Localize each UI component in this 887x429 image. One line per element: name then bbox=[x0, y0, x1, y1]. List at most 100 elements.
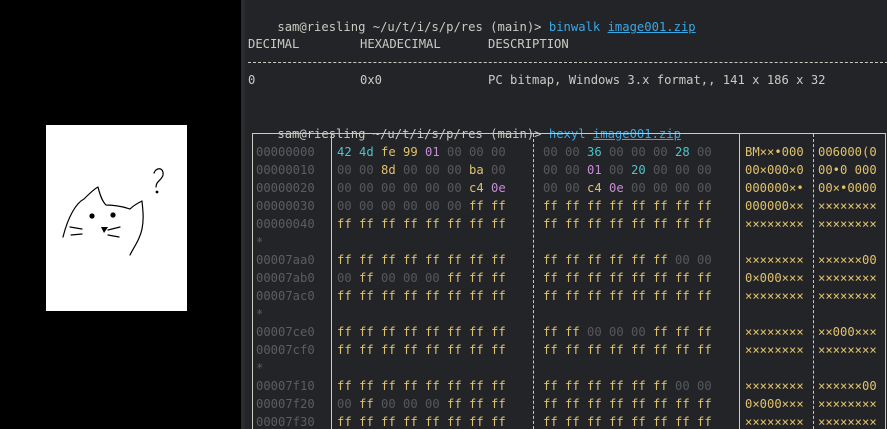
hex-byte: ff bbox=[587, 253, 602, 267]
hex-byte: 00 bbox=[403, 163, 418, 177]
hex-byte: ff bbox=[631, 217, 646, 231]
hex-byte: 00 bbox=[675, 379, 690, 393]
hex-byte: 00 bbox=[543, 181, 558, 195]
hex-byte: 00 bbox=[587, 325, 602, 339]
hex-byte: ff bbox=[425, 253, 440, 267]
hex-byte: ff bbox=[609, 415, 624, 429]
hex-byte: c4 bbox=[587, 181, 602, 195]
hex-byte: 00 bbox=[381, 181, 396, 195]
hex-byte: 01 bbox=[587, 163, 602, 177]
hex-byte: ff bbox=[543, 253, 558, 267]
hex-byte: 00 bbox=[337, 163, 352, 177]
ascii-group-separator bbox=[813, 134, 814, 429]
hex-byte: 99 bbox=[403, 145, 418, 159]
hex-byte: ff bbox=[631, 271, 646, 285]
hex-byte: ff bbox=[543, 397, 558, 411]
ascii-column: 000000×• bbox=[745, 181, 804, 195]
command-argument-link[interactable]: image001.zip bbox=[608, 20, 696, 34]
hex-byte: 00 bbox=[697, 253, 712, 267]
hex-byte: ff bbox=[491, 271, 506, 285]
hex-byte: 00 bbox=[653, 181, 668, 195]
hex-byte: ff bbox=[587, 217, 602, 231]
header-rule bbox=[248, 62, 887, 63]
hex-byte: ff bbox=[337, 415, 352, 429]
row-offset: 00007ac0 bbox=[256, 289, 315, 303]
hex-byte: ff bbox=[447, 379, 462, 393]
ascii-column: ×××××××× bbox=[745, 379, 804, 393]
hex-byte: 00 bbox=[337, 271, 352, 285]
hex-byte: 00 bbox=[381, 199, 396, 213]
squeeze-marker: * bbox=[256, 307, 264, 321]
hex-byte: c4 bbox=[469, 181, 484, 195]
hex-byte: ff bbox=[631, 379, 646, 393]
row-offset: 00007ab0 bbox=[256, 271, 315, 285]
hex-byte: ff bbox=[403, 343, 418, 357]
hex-byte: ff bbox=[543, 325, 558, 339]
hex-byte: ff bbox=[697, 325, 712, 339]
hex-byte: ff bbox=[359, 397, 374, 411]
hex-byte: ff bbox=[491, 253, 506, 267]
hex-byte: ff bbox=[653, 253, 668, 267]
hex-byte: 01 bbox=[425, 145, 440, 159]
hex-byte: ff bbox=[609, 289, 624, 303]
hex-byte: ff bbox=[653, 217, 668, 231]
hex-byte: ff bbox=[337, 289, 352, 303]
hex-byte: ff bbox=[447, 415, 462, 429]
hex-byte: ff bbox=[359, 271, 374, 285]
hex-byte: ff bbox=[675, 271, 690, 285]
binwalk-result-row: 0 0x0 PC bitmap, Windows 3.x format,, 14… bbox=[248, 71, 887, 89]
hex-byte: 00 bbox=[447, 181, 462, 195]
ascii-column: ××××××00 bbox=[818, 253, 877, 267]
hex-byte: 00 bbox=[565, 163, 580, 177]
hex-byte: ff bbox=[337, 217, 352, 231]
hex-byte: ff bbox=[425, 343, 440, 357]
hex-byte: ff bbox=[447, 343, 462, 357]
hex-byte: ff bbox=[447, 325, 462, 339]
header-decimal: DECIMAL bbox=[248, 37, 300, 51]
hex-byte: ff bbox=[447, 253, 462, 267]
terminal-window[interactable]: sam@riesling ~/u/t/i/s/p/res (main)> bin… bbox=[245, 0, 887, 429]
hex-byte: ff bbox=[469, 289, 484, 303]
hex-byte: ff bbox=[565, 271, 580, 285]
row-offset: 00000000 bbox=[256, 145, 315, 159]
hex-byte: 00 bbox=[565, 181, 580, 195]
hex-byte: ff bbox=[425, 289, 440, 303]
hex-group-separator bbox=[533, 134, 534, 429]
bitmap-preview bbox=[46, 125, 187, 311]
hex-byte: ff bbox=[631, 289, 646, 303]
hex-byte: ff bbox=[675, 343, 690, 357]
hex-byte: ff bbox=[359, 415, 374, 429]
hex-byte: ff bbox=[565, 217, 580, 231]
ascii-column: 00×•0000 bbox=[818, 181, 877, 195]
hex-byte: ff bbox=[359, 289, 374, 303]
hex-byte: 00 bbox=[337, 397, 352, 411]
hex-byte: ff bbox=[469, 343, 484, 357]
hex-byte: ff bbox=[447, 271, 462, 285]
hex-byte: 00 bbox=[403, 397, 418, 411]
cat-doodle-icon bbox=[62, 168, 164, 256]
hex-byte: ff bbox=[469, 325, 484, 339]
hex-byte: ff bbox=[697, 271, 712, 285]
hex-byte: ff bbox=[565, 379, 580, 393]
hex-byte: ff bbox=[543, 415, 558, 429]
hex-byte: ff bbox=[653, 343, 668, 357]
ascii-column: ×××××××× bbox=[745, 325, 804, 339]
hex-byte: ff bbox=[631, 415, 646, 429]
hex-byte: ff bbox=[469, 415, 484, 429]
hex-byte: ff bbox=[491, 415, 506, 429]
hex-byte: 00 bbox=[447, 163, 462, 177]
hex-byte: ff bbox=[565, 289, 580, 303]
hex-byte: ff bbox=[631, 343, 646, 357]
hex-byte: 00 bbox=[609, 325, 624, 339]
hex-byte: ff bbox=[425, 415, 440, 429]
hex-byte: ff bbox=[337, 253, 352, 267]
hex-byte: fe bbox=[381, 145, 396, 159]
squeeze-marker: * bbox=[256, 361, 264, 375]
hex-byte: 00 bbox=[337, 181, 352, 195]
hex-byte: ff bbox=[491, 289, 506, 303]
hex-byte: 00 bbox=[631, 325, 646, 339]
hex-byte: 00 bbox=[425, 163, 440, 177]
hex-byte: ff bbox=[675, 325, 690, 339]
hex-byte: ff bbox=[543, 217, 558, 231]
ascii-column: 000000×× bbox=[745, 199, 804, 213]
